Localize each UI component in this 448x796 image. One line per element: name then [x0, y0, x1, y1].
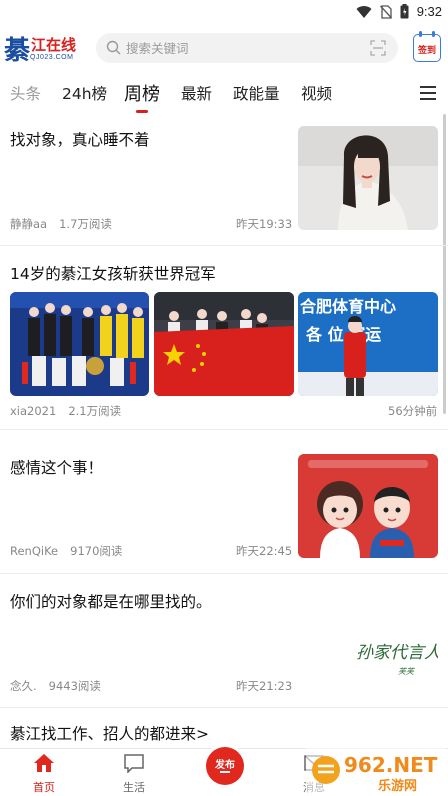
app-logo[interactable]: 綦 江在线 QJ023.COM [4, 32, 88, 66]
article-thumbnail[interactable] [298, 454, 438, 558]
article-feed[interactable]: 找对象，真心睡不着 静静aa 1.7万阅读 昨天19:33 14岁的綦江女孩斩获世… [0, 114, 448, 748]
watermark-logo: 962.NET 乐游网 [306, 748, 446, 796]
article-title: 找对象，真心睡不着 [10, 131, 150, 149]
status-time: 9:32 [416, 4, 442, 19]
wifi-icon [356, 5, 372, 18]
thumbnail-banner-text: 合肥体育中心 [300, 297, 396, 316]
article-author: 念久. [10, 679, 37, 693]
article-time: 昨天19:33 [236, 217, 293, 231]
tab-video[interactable]: 视频 [301, 82, 332, 104]
article-author: RenQiKe [10, 544, 59, 558]
chat-bubble-icon [124, 754, 144, 774]
battery-icon [400, 4, 409, 19]
article-author: xia2021 [10, 404, 57, 418]
nav-home-label: 首页 [33, 781, 55, 794]
publish-button[interactable]: 发布 [206, 747, 244, 785]
article-reads: 9443阅读 [48, 679, 101, 693]
article-thumbnail[interactable] [298, 126, 438, 230]
signin-button[interactable]: 签到 [413, 31, 441, 62]
menu-icon[interactable] [420, 86, 436, 100]
article-time: 昨天22:45 [236, 544, 293, 558]
tab-weekly[interactable]: 周榜 [124, 80, 160, 106]
search-bar[interactable] [96, 33, 398, 63]
article-reads: 9170阅读 [70, 544, 123, 558]
article-author: 静静aa [10, 217, 48, 231]
article-title: 感情这个事！ [10, 459, 104, 477]
article-time: 56分钟前 [388, 404, 438, 418]
article-title: 綦江找工作、招人的都进来> [10, 725, 209, 743]
signin-label: 签到 [417, 46, 436, 56]
tab-latest[interactable]: 最新 [181, 82, 212, 104]
article-time: 昨天21:23 [236, 679, 293, 693]
no-sim-icon [379, 4, 392, 19]
article-title: 14岁的綦江女孩斩获世界冠军 [10, 265, 216, 283]
article-thumbnail[interactable] [10, 292, 149, 396]
article-meta: xia2021 2.1万阅读 [10, 403, 121, 419]
article-meta: 静静aa 1.7万阅读 [10, 216, 112, 232]
thumbnail-banner-text: 各 位 赛运 [305, 325, 381, 344]
article-title: 你们的对象都是在哪里找的。 [10, 593, 212, 611]
article-reads: 2.1万阅读 [68, 404, 122, 418]
app-header: 綦 江在线 QJ023.COM 签到 [0, 28, 448, 68]
tab-headlines[interactable]: 头条 [10, 82, 41, 104]
article-meta: 念久. 9443阅读 [10, 678, 101, 694]
active-tab-indicator [136, 110, 148, 113]
home-icon [34, 754, 54, 772]
signature-text: 孙家代言人 [356, 643, 438, 663]
nav-home[interactable]: 首页 [14, 753, 74, 795]
logo-text: 江在线 [31, 36, 77, 54]
article-reads: 1.7万阅读 [59, 217, 112, 231]
tab-24h[interactable]: 24h榜 [62, 82, 107, 104]
article-thumbnail[interactable]: 孙家代言人 芙芙 [298, 586, 438, 690]
nav-life[interactable]: 生活 [104, 753, 164, 795]
article-item[interactable]: 你们的对象都是在哪里找的。 念久. 9443阅读 昨天21:23 孙家代言人 芙芙 [0, 574, 448, 708]
calendar-icon [419, 31, 435, 37]
article-thumbnail[interactable]: 合肥体育中心 各 位 赛运 [298, 292, 438, 396]
article-item[interactable]: 14岁的綦江女孩斩获世界冠军 合肥体育中心 各 位 赛运 xia2021 2.1… [0, 246, 448, 430]
tab-government[interactable]: 政能量 [233, 82, 280, 104]
logo-url: QJ023.COM [30, 54, 74, 61]
scan-icon[interactable] [370, 40, 386, 56]
publish-label: 发布 [215, 760, 235, 771]
logo-char: 綦 [4, 36, 31, 66]
watermark-sub: 乐游网 [378, 778, 417, 794]
status-bar: 9:32 [0, 0, 448, 26]
search-input[interactable] [126, 38, 356, 58]
article-meta: RenQiKe 9170阅读 [10, 543, 122, 559]
publish-line-icon [220, 771, 230, 773]
article-item[interactable]: 感情这个事！ RenQiKe 9170阅读 昨天22:45 [0, 430, 448, 574]
search-icon [106, 40, 121, 55]
article-item[interactable]: 綦江找工作、招人的都进来> [0, 708, 448, 748]
article-thumbnail[interactable] [154, 292, 294, 396]
channel-tabs: 头条 24h榜 周榜 最新 政能量 视频 [0, 74, 448, 114]
nav-life-label: 生活 [123, 781, 145, 794]
article-item[interactable]: 找对象，真心睡不着 静静aa 1.7万阅读 昨天19:33 [0, 114, 448, 246]
signature-subtext: 芙芙 [398, 667, 416, 676]
watermark-brand: 962.NET [344, 753, 438, 777]
